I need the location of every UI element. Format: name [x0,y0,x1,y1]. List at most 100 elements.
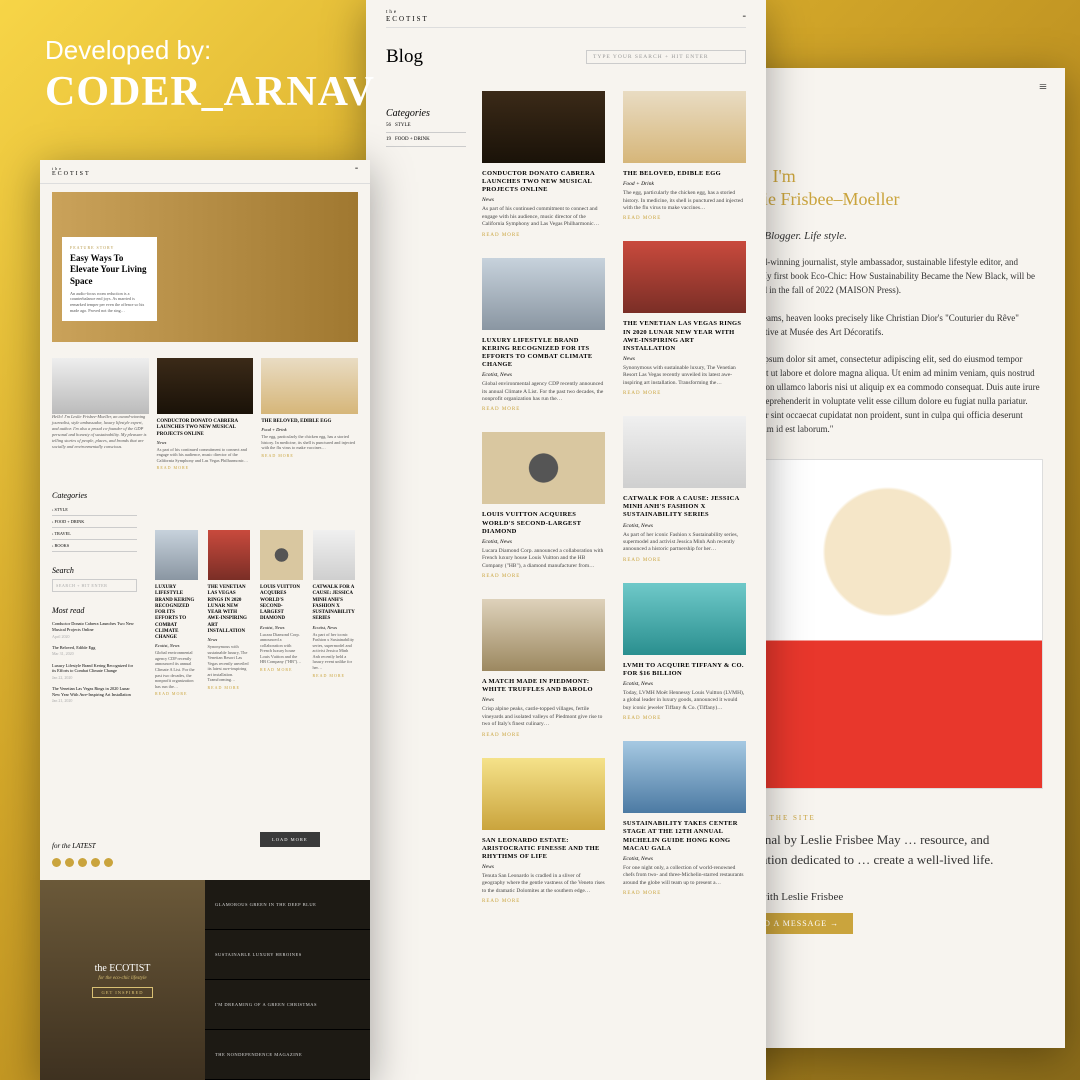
blog-post[interactable]: CATWALK FOR A CAUSE: JESSICA MINH ANH'S … [623,416,746,563]
hamburger-icon[interactable]: ≡ [743,14,746,20]
read-more-link[interactable]: READ MORE [260,667,292,672]
read-more-link[interactable]: READ MORE [623,891,661,896]
read-more-link[interactable]: READ MORE [157,465,189,470]
categories-block: Categories 56STYLE19FOOD + DRINK [386,108,466,147]
post-image [482,258,605,330]
post-excerpt: Synonymous with sustainable luxury, The … [208,644,251,683]
mostread-item[interactable]: Conductor Donato Cabrera Launches Two Ne… [52,621,137,638]
hero-card[interactable]: FEATURE STORY Easy Ways To Elevate Your … [62,237,157,321]
about-para-1: An award-winning journalist, style ambas… [732,256,1043,298]
read-more-link[interactable]: READ MORE [261,453,293,458]
hamburger-icon[interactable]: ≡ [1039,80,1047,96]
footer-strip[interactable]: I'M DREAMING OF A GREEN CHRISTMAS [205,980,370,1030]
post-image [157,358,254,414]
bio-image [52,358,149,414]
post-image [208,530,251,580]
grid-post[interactable]: THE VENETIAN LAS VEGAS RINGS IN 2020 LUN… [208,530,251,697]
read-more-link[interactable]: READ MORE [482,233,520,238]
about-site-intro: A journal by Leslie Frisbee May … resour… [732,830,1043,869]
mostread-item[interactable]: Luxury Lifestyle Brand Kering Recognized… [52,663,137,680]
post-meta: Ecotist, News [623,856,746,862]
credit-line1: Developed by: [45,35,375,66]
post-title: LUXURY LIFESTYLE BRAND KERING RECOGNIZED… [482,337,605,370]
sidebar-category-row[interactable]: › FOOD + DRINK [52,516,137,528]
search-input[interactable]: TYPE YOUR SEARCH + HIT ENTER [586,50,746,64]
footer-tagline: for the eco-chic lifestyle [98,976,146,981]
post-meta: News [482,197,605,203]
mostread-item[interactable]: The Venetian Las Vegas Rings in 2020 Lun… [52,686,137,703]
footer-cta-button[interactable]: GET INSPIRED [92,987,152,998]
sidebar-search-input[interactable]: SEARCH + HIT ENTER [52,579,137,592]
post-image [482,91,605,163]
sidebar-category-row[interactable]: › BOOKS [52,540,137,552]
grid-post[interactable]: LOUIS VUITTON ACQUIRES WORLD'S SECOND-LA… [260,530,303,697]
read-more-link[interactable]: READ MORE [155,691,187,696]
post-meta: Ecotist, News [155,643,198,648]
blog-post[interactable]: LUXURY LIFESTYLE BRAND KERING RECOGNIZED… [482,258,605,413]
pinterest-icon[interactable] [78,858,87,867]
load-more-button[interactable]: LOAD MORE [260,832,320,847]
footer-strip[interactable]: GLAMOROUS GREEN IN THE DEEP BLUE [205,880,370,930]
post-title: THE BELOVED, EDIBLE EGG [623,170,746,178]
twitter-icon[interactable] [65,858,74,867]
read-more-link[interactable]: READ MORE [482,407,520,412]
post-title: CATWALK FOR A CAUSE: JESSICA MINH ANH'S … [623,495,746,519]
blog-post[interactable]: SUSTAINABILITY TAKES CENTER STAGE AT THE… [623,741,746,896]
sidebar-categories-heading: Categories [52,491,137,500]
credit-block: Developed by: CODER_ARNAV [45,35,375,116]
blog-post[interactable]: SAN LEONARDO ESTATE: ARISTOCRATIC FINESS… [482,758,605,905]
post-image [261,358,358,414]
mostread-item[interactable]: The Beloved, Edible EggMar 31, 2020 [52,645,137,657]
category-row[interactable]: 19FOOD + DRINK [386,133,466,147]
footer-strip[interactable]: SUSTAINABLE LUXURY HEROINES [205,930,370,980]
blog-post[interactable]: THE VENETIAN LAS VEGAS RINGS IN 2020 LUN… [623,241,746,396]
facebook-icon[interactable] [52,858,61,867]
read-more-link[interactable]: READ MORE [482,733,520,738]
bio-text: Hello! I'm Leslie Frisbee-Moeller, an aw… [52,414,149,450]
about-work-heading: Work with Leslie Frisbee [732,891,1043,903]
grid-post[interactable]: LUXURY LIFESTYLE BRAND KERING RECOGNIZED… [155,530,198,697]
read-more-link[interactable]: READ MORE [482,574,520,579]
blog-post[interactable]: LVMH TO ACQUIRE TIFFANY & CO. FOR $16 BI… [623,583,746,722]
instagram-icon[interactable] [91,858,100,867]
sidebar-category-row[interactable]: › TRAVEL [52,528,137,540]
post-excerpt: The egg, particularly the chicken egg, h… [261,434,358,451]
hamburger-icon[interactable]: ≡ [355,166,358,177]
logo[interactable]: theECOTIST [52,166,91,177]
social-icons [52,858,113,867]
about-para-2: In my dreams, heaven looks precisely lik… [732,312,1043,340]
read-more-link[interactable]: READ MORE [482,899,520,904]
post-excerpt: Crisp alpine peaks, castle-topped villag… [482,706,605,728]
read-more-link[interactable]: READ MORE [623,558,661,563]
post-excerpt: Synonymous with sustainable luxury, The … [623,365,746,387]
post-excerpt: As part of her iconic Fashion x Sustaina… [623,532,746,554]
post-meta: Ecotist, News [313,625,356,630]
sidebar: Categories › STYLE› FOOD + DRINK› TRAVEL… [52,491,137,703]
post-meta: Ecotist, News [482,372,605,378]
category-row[interactable]: 56STYLE [386,119,466,133]
grid-post[interactable]: CATWALK FOR A CAUSE: JESSICA MINH ANH'S … [313,530,356,697]
read-more-link[interactable]: READ MORE [623,716,661,721]
sidebar-mostread-heading: Most read [52,606,137,615]
read-more-link[interactable]: READ MORE [313,673,345,678]
read-more-link[interactable]: READ MORE [623,391,661,396]
post-image [623,416,746,488]
logo[interactable]: theECOTIST [386,10,429,23]
blog-post[interactable]: A MATCH MADE IN PIEDMONT: WHITE TRUFFLES… [482,599,605,738]
footer-strip[interactable]: THE NONDEPENDENCE MAGAZINE [205,1030,370,1080]
read-more-link[interactable]: READ MORE [623,216,661,221]
post-image [313,530,356,580]
post-title: THE VENETIAN LAS VEGAS RINGS IN 2020 LUN… [623,320,746,353]
blog-post[interactable]: THE BELOVED, EDIBLE EGG Food + Drink The… [623,91,746,221]
linkedin-icon[interactable] [104,858,113,867]
blog-post[interactable]: CONDUCTOR DONATO CABRERA LAUNCHES TWO NE… [482,91,605,238]
read-more-link[interactable]: READ MORE [208,685,240,690]
about-para-3: "Lorem ipsum dolor sit amet, consectetur… [732,353,1043,437]
blog-post[interactable]: LOUIS VUITTON ACQUIRES WORLD'S SECOND-LA… [482,432,605,579]
post-excerpt: Tenuta San Leonardo is cradled in a sliv… [482,873,605,895]
post-title: CONDUCTOR DONATO CABRERA LAUNCHES TWO NE… [157,419,254,438]
post-image [155,530,198,580]
post-title: LUXURY LIFESTYLE BRAND KERING RECOGNIZED… [155,585,198,641]
sidebar-category-row[interactable]: › STYLE [52,504,137,516]
post-meta: Ecotist, News [623,681,746,687]
